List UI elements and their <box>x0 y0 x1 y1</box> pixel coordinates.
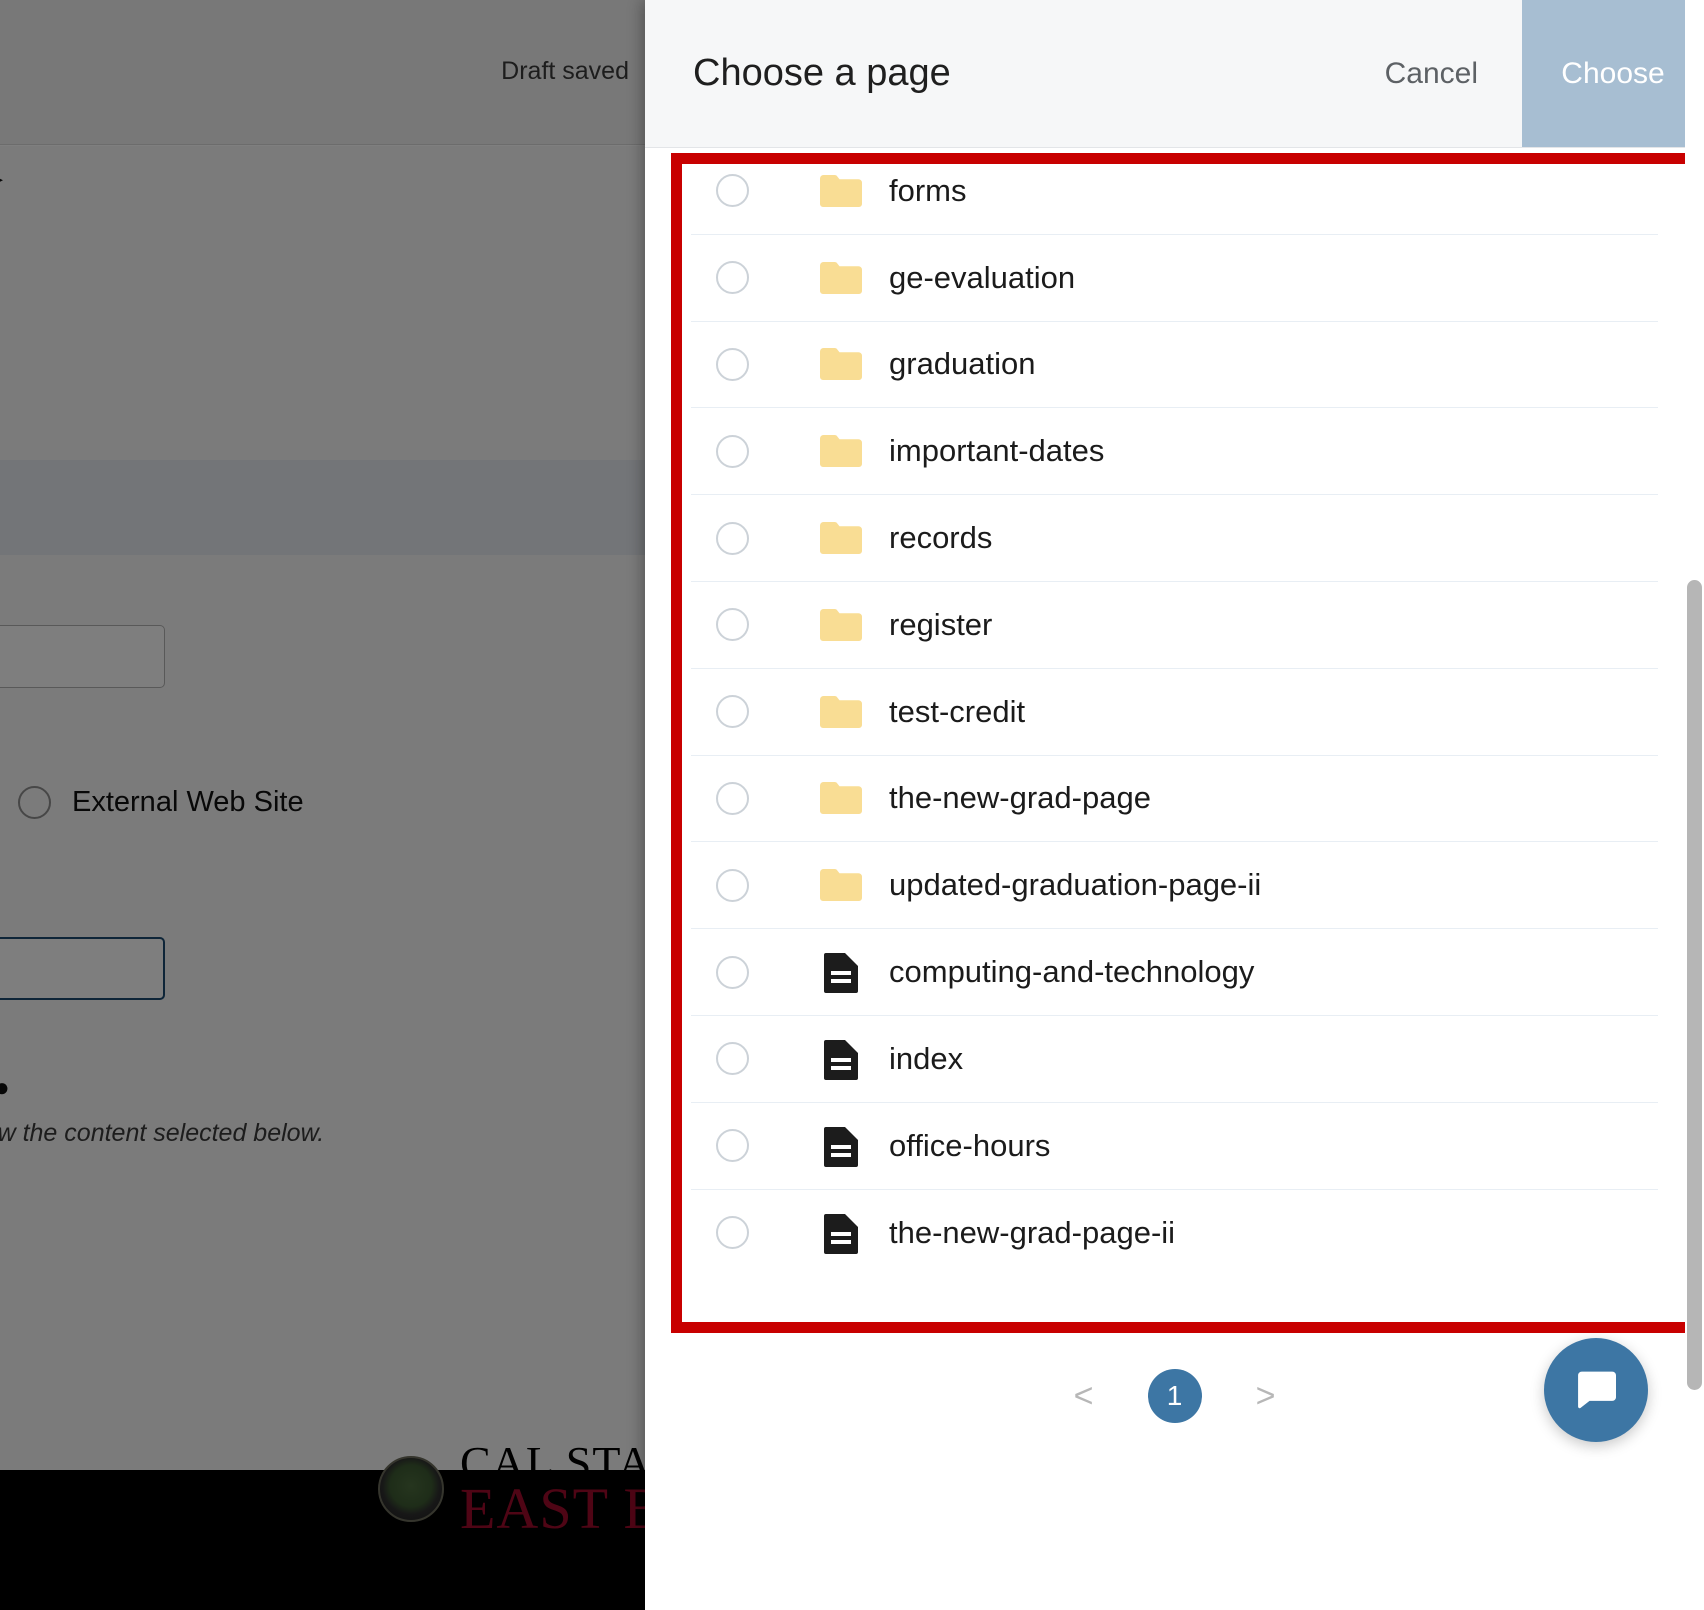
chat-bubble-icon <box>1578 1371 1616 1409</box>
page-list-item[interactable]: the-new-grad-page <box>691 756 1658 843</box>
radio-icon[interactable] <box>716 1042 749 1076</box>
chat-launcher-button[interactable] <box>1544 1338 1648 1442</box>
file-icon <box>820 1212 862 1254</box>
folder-icon <box>820 430 862 472</box>
radio-icon[interactable] <box>716 434 749 468</box>
radio-icon[interactable] <box>716 608 749 642</box>
radio-icon[interactable] <box>716 955 749 989</box>
page-list-item[interactable]: test-credit <box>691 669 1658 756</box>
radio-icon[interactable] <box>716 347 749 381</box>
radio-icon[interactable] <box>716 868 749 902</box>
pagination-next-button[interactable]: > <box>1248 1377 1284 1416</box>
file-icon <box>820 1038 862 1080</box>
page-list: forms ge-evaluation graduation important-da… <box>645 148 1704 1276</box>
page-list-item-label: updated-graduation-page-ii <box>889 867 1262 903</box>
page-list-item-label: records <box>889 520 993 556</box>
radio-icon[interactable] <box>716 261 749 295</box>
folder-icon <box>820 604 862 646</box>
page-list-item[interactable]: important-dates <box>691 408 1658 496</box>
page-list-item-label: graduation <box>889 346 1036 382</box>
browser-scrollbar-thumb[interactable] <box>1687 580 1702 1390</box>
folder-icon <box>820 777 862 819</box>
pagination-current-page[interactable]: 1 <box>1147 1369 1202 1423</box>
page-list-item-label: forms <box>889 172 967 208</box>
radio-icon[interactable] <box>716 521 749 555</box>
folder-icon <box>820 517 862 559</box>
background-text-input-upper[interactable] <box>0 625 165 688</box>
choose-button[interactable]: Choose <box>1522 0 1704 147</box>
folder-icon <box>820 691 862 733</box>
page-list-item-label: office-hours <box>889 1127 1051 1163</box>
page-list-item-label: the-new-grad-page-ii <box>889 1214 1176 1250</box>
folder-icon <box>820 343 862 385</box>
radio-icon[interactable] <box>18 786 51 819</box>
screen: Draft saved ▸ External Web Site ● t will… <box>0 0 1704 1610</box>
page-list-item-label: the-new-grad-page <box>889 780 1151 816</box>
page-list-item[interactable]: the-new-grad-page-ii <box>691 1190 1658 1277</box>
background-bullet-icon: ● <box>0 1072 10 1102</box>
page-list-item-label: computing-and-technology <box>889 954 1255 990</box>
page-list-item[interactable]: index <box>691 1016 1658 1103</box>
background-helper-note: t will display below the content selecte… <box>0 1119 325 1147</box>
radio-icon[interactable] <box>716 1216 749 1250</box>
radio-icon[interactable] <box>716 781 749 815</box>
radio-icon[interactable] <box>716 174 749 208</box>
page-list-item[interactable]: register <box>691 582 1658 669</box>
radio-icon[interactable] <box>716 695 749 729</box>
page-list-scroll-area[interactable]: forms ge-evaluation graduation important-da… <box>645 148 1704 1336</box>
choose-a-page-modal: Choose a page Cancel Choose forms ge-eval… <box>645 0 1704 1610</box>
folder-icon <box>820 257 862 299</box>
modal-title: Choose a page <box>693 52 951 94</box>
file-icon <box>820 951 862 994</box>
page-list-item[interactable]: computing-and-technology <box>691 929 1658 1016</box>
page-list-item-label: register <box>889 606 993 642</box>
page-list-item-label: test-credit <box>889 693 1026 729</box>
page-list-item[interactable]: forms <box>691 148 1658 235</box>
page-list-item[interactable]: graduation <box>691 322 1658 409</box>
modal-header-actions: Cancel Choose <box>1341 0 1704 147</box>
page-list-item[interactable]: ge-evaluation <box>691 235 1658 322</box>
modal-header: Choose a page Cancel Choose <box>645 0 1704 148</box>
file-icon <box>820 1125 862 1167</box>
page-list-item-label: important-dates <box>889 433 1105 469</box>
external-web-site-option[interactable]: External Web Site <box>18 786 304 819</box>
draft-saved-status: Draft saved <box>501 57 629 85</box>
folder-icon <box>820 864 862 906</box>
radio-icon[interactable] <box>716 1129 749 1163</box>
page-list-item[interactable]: updated-graduation-page-ii <box>691 842 1658 930</box>
external-web-site-label: External Web Site <box>72 786 304 818</box>
background-caret-icon: ▸ <box>0 163 3 194</box>
background-text-input-focused[interactable] <box>0 937 165 1000</box>
university-seal-icon <box>378 1455 444 1522</box>
page-list-item-label: index <box>889 1040 964 1076</box>
page-list-item[interactable]: records <box>691 495 1658 582</box>
folder-icon <box>820 170 862 212</box>
page-list-item-label: ge-evaluation <box>889 259 1076 295</box>
pagination-prev-button[interactable]: < <box>1066 1377 1102 1416</box>
cancel-button[interactable]: Cancel <box>1341 0 1522 147</box>
page-list-item[interactable]: office-hours <box>691 1103 1658 1190</box>
